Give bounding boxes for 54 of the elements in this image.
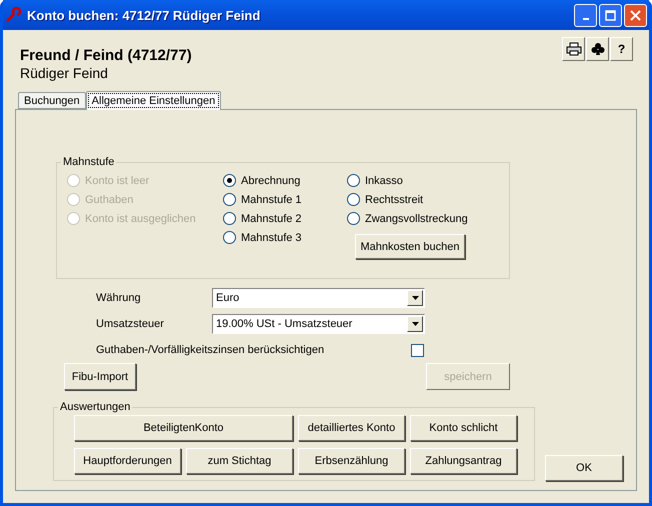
maximize-button[interactable] (599, 4, 622, 26)
fibu-import-button[interactable]: Fibu-Import (64, 363, 136, 390)
option-label: Zwangsvollstreckung (365, 212, 468, 224)
club-icon (590, 42, 604, 56)
report-button[interactable]: BeteiligtenKonto (74, 415, 293, 441)
help-button[interactable]: ? (610, 37, 633, 61)
ok-button[interactable]: OK (545, 455, 623, 481)
report-button[interactable]: Erbsenzählung (298, 448, 405, 474)
print-button[interactable] (562, 37, 585, 61)
option-label: Inkasso (365, 174, 403, 186)
club-button[interactable] (586, 37, 609, 61)
field-label: Umsatzsteuer (95, 318, 165, 330)
report-button[interactable]: detailliertes Konto (298, 415, 405, 441)
radio-button[interactable] (347, 193, 360, 206)
report-button[interactable]: Hauptforderungen (74, 448, 181, 474)
radio-button[interactable] (347, 174, 360, 187)
dropdown-arrow-icon (412, 296, 418, 300)
wrench-icon (5, 7, 21, 23)
report-button[interactable]: Zahlungsantrag (410, 448, 517, 474)
option-label: Mahnstufe 1 (241, 194, 302, 206)
minimize-button[interactable] (574, 4, 597, 26)
account-name: Rüdiger Feind (20, 65, 109, 81)
option-label: Guthaben (85, 194, 134, 206)
tab[interactable]: Buchungen (18, 92, 86, 109)
dropdown[interactable]: 19.00% USt - Umsatzsteuer (212, 314, 425, 334)
report-button[interactable]: zum Stichtag (186, 448, 293, 474)
option-label: Konto ist ausgeglichen (85, 212, 196, 224)
checkbox[interactable] (411, 344, 424, 356)
checkbox-label: Guthaben-/Vorfälligkeitszinsen berücksichtigen (96, 344, 326, 356)
report-button[interactable]: Konto schlicht (410, 415, 517, 441)
printer-icon (566, 42, 582, 56)
option-label: Mahnstufe 3 (241, 232, 302, 244)
radio-button[interactable] (223, 212, 236, 225)
minimize-icon (582, 18, 588, 20)
radio-button[interactable] (223, 174, 236, 187)
option-label: Abrechnung (241, 174, 300, 186)
option-label: Mahnstufe 2 (241, 212, 302, 224)
mahnkosten-button[interactable]: Mahnkosten buchen (355, 234, 465, 259)
group-title: Auswertungen (59, 401, 132, 413)
close-icon (630, 10, 641, 20)
option-label: Konto ist leer (85, 174, 150, 186)
option-label: Rechtsstreit (365, 194, 424, 206)
dropdown-arrow-icon (412, 322, 418, 326)
field-label: Währung (95, 292, 142, 304)
radio-button[interactable] (347, 212, 360, 225)
window-title: Konto buchen: 4712/77 Rüdiger Feind (27, 8, 262, 22)
radio-button[interactable] (223, 193, 236, 206)
close-button[interactable] (624, 4, 647, 26)
dropdown[interactable]: Euro (212, 288, 425, 308)
radio-button[interactable] (223, 231, 236, 244)
group-title: Mahnstufe (62, 156, 116, 168)
tab[interactable]: Allgemeine Einstellungen (86, 91, 222, 110)
maximize-icon (605, 10, 616, 20)
account-title: Freund / Feind (4712/77) (20, 47, 192, 64)
